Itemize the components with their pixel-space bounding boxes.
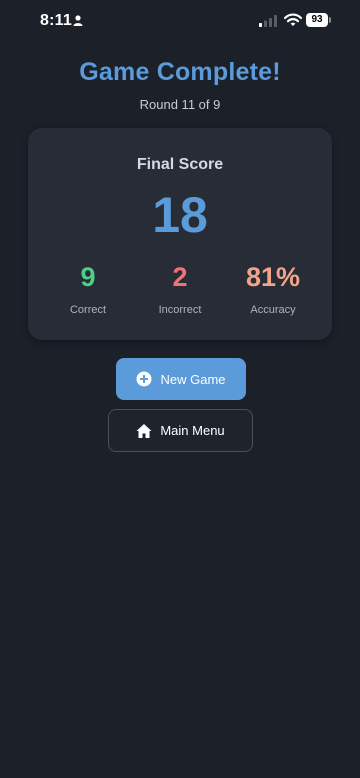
cellular-signal-icon <box>259 15 277 27</box>
main-menu-button[interactable]: Main Menu <box>108 409 253 452</box>
stat-correct: 9 Correct <box>38 262 138 316</box>
wifi-icon <box>284 13 302 26</box>
accuracy-label: Accuracy <box>250 304 296 316</box>
plus-circle-icon <box>136 371 152 387</box>
round-indicator: Round 11 of 9 <box>139 97 221 112</box>
home-icon <box>136 423 152 438</box>
page-title: Game Complete! <box>79 58 281 86</box>
battery-tip <box>329 17 331 23</box>
main-menu-label: Main Menu <box>160 423 225 438</box>
battery-indicator: 93 <box>306 13 332 28</box>
score-card: Final Score 18 9 Correct 2 Incorrect 81%… <box>28 128 332 340</box>
correct-label: Correct <box>69 304 107 316</box>
new-game-button[interactable]: New Game <box>116 358 246 400</box>
accuracy-value: 81% <box>245 262 301 292</box>
correct-count: 9 <box>80 262 96 292</box>
status-bar: 8:11 93 <box>0 0 360 44</box>
status-time: 8:11 <box>40 12 72 29</box>
person-icon <box>73 15 83 26</box>
incorrect-label: Incorrect <box>158 304 202 316</box>
new-game-label: New Game <box>160 371 226 387</box>
stat-incorrect: 2 Incorrect <box>130 262 230 316</box>
final-score-value: 18 <box>152 187 208 243</box>
battery-level: 93 <box>306 13 328 27</box>
final-score-heading: Final Score <box>136 156 224 173</box>
stat-accuracy: 81% Accuracy <box>223 262 323 316</box>
incorrect-count: 2 <box>172 262 188 292</box>
